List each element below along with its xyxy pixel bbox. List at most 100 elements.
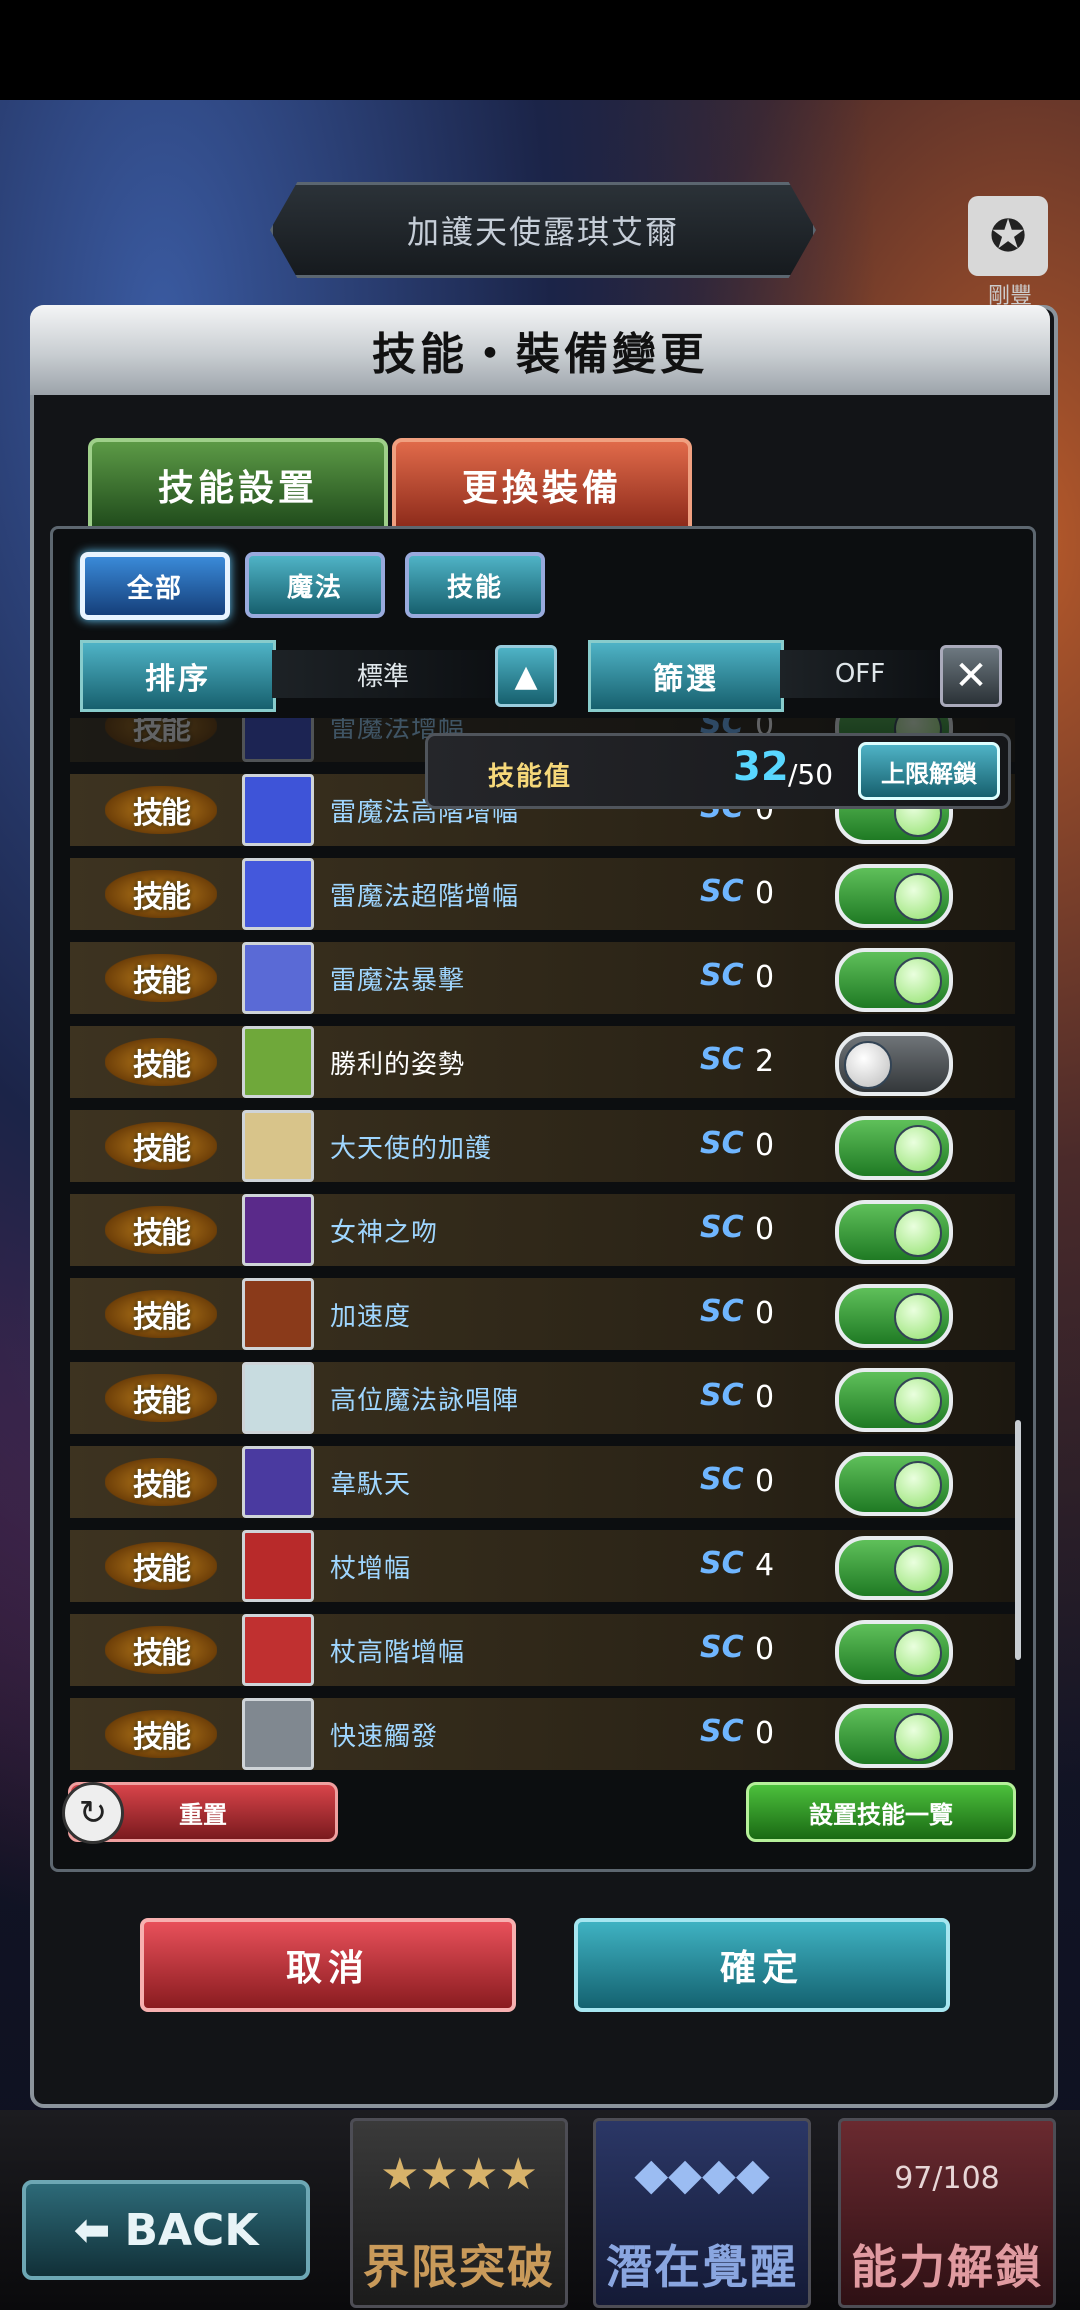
skill-thumbnail <box>242 1698 314 1770</box>
skill-name: 杖增幅 <box>330 1554 412 1584</box>
skill-row[interactable]: 技能 大天使的加護 SC 0 <box>70 1110 1015 1182</box>
skill-row[interactable]: 技能 快速觸發 SC 0 <box>70 1698 1015 1770</box>
skill-tag: 技能 <box>105 870 217 918</box>
skill-list: 技能 雷魔法增幅 SC 0 技能 雷魔法高階增幅 SC 0 技能 雷魔法超階增幅… <box>70 718 1015 1770</box>
latent-awaken-label: 潛在覺醒 <box>606 2240 798 2294</box>
latent-awaken-button[interactable]: ◆◆◆◆ 潛在覺醒 <box>593 2118 811 2308</box>
skill-row[interactable]: 技能 加速度 SC 0 <box>70 1278 1015 1350</box>
toggle-knob <box>894 1209 942 1257</box>
tab-skill-settings[interactable]: 技能設置 <box>88 438 388 532</box>
skill-name: 勝利的姿勢 <box>330 1050 466 1080</box>
skill-thumbnail <box>242 1194 314 1266</box>
skill-toggle[interactable] <box>835 1116 953 1180</box>
skill-thumbnail <box>242 1026 314 1098</box>
skill-thumbnail <box>242 858 314 930</box>
list-scrollbar[interactable] <box>1015 1420 1021 1660</box>
skill-name: 女神之吻 <box>330 1218 439 1248</box>
skill-name: 快速觸發 <box>330 1722 439 1752</box>
skill-list-button[interactable]: 設置技能一覽 <box>746 1782 1016 1842</box>
confirm-button[interactable]: 確定 <box>574 1918 950 2012</box>
screen-value[interactable]: OFF <box>780 650 940 698</box>
sc-value: 0 <box>755 1716 775 1751</box>
toggle-knob <box>894 1461 942 1509</box>
ability-unlock-count: 97/108 <box>894 2161 1000 2196</box>
sc-label: SC <box>700 1714 744 1749</box>
skill-toggle[interactable] <box>835 1536 953 1600</box>
toggle-knob <box>894 873 942 921</box>
sc-label: SC <box>700 1126 744 1161</box>
skill-toggle[interactable] <box>835 1704 953 1768</box>
skill-name: 杖高階增幅 <box>330 1638 466 1668</box>
ability-unlock-button[interactable]: 97/108 能力解鎖 <box>838 2118 1056 2308</box>
skill-row[interactable]: 技能 勝利的姿勢 SC 2 <box>70 1026 1015 1098</box>
skill-thumbnail <box>242 1362 314 1434</box>
filter-all-button[interactable]: 全部 <box>80 552 230 620</box>
cancel-button[interactable]: 取消 <box>140 1918 516 2012</box>
skill-tag: 技能 <box>105 1038 217 1086</box>
skill-name: 加速度 <box>330 1302 412 1332</box>
limit-break-button[interactable]: ★★★★ 界限突破 <box>350 2118 568 2308</box>
skill-toggle[interactable] <box>835 1200 953 1264</box>
sc-value: 0 <box>755 1128 775 1163</box>
skill-toggle[interactable] <box>835 1284 953 1348</box>
skill-row[interactable]: 技能 雷魔法超階增幅 SC 0 <box>70 858 1015 930</box>
sc-value: 0 <box>755 1296 775 1331</box>
sc-label: SC <box>700 1210 744 1245</box>
skill-row[interactable]: 技能 高位魔法詠唱陣 SC 0 <box>70 1362 1015 1434</box>
skill-row[interactable]: 技能 杖高階增幅 SC 0 <box>70 1614 1015 1686</box>
toggle-knob <box>894 1629 942 1677</box>
sc-value: 0 <box>755 960 775 995</box>
filter-magic-button[interactable]: 魔法 <box>245 552 385 618</box>
skill-toggle[interactable] <box>835 1620 953 1684</box>
toggle-knob <box>894 957 942 1005</box>
skill-thumbnail <box>242 718 314 762</box>
character-title: 加護天使露琪艾爾 <box>270 182 816 278</box>
side-menu-icon[interactable]: ✪ <box>968 196 1048 276</box>
skill-row[interactable]: 技能 杖增幅 SC 4 <box>70 1530 1015 1602</box>
skill-name: 雷魔法暴擊 <box>330 966 466 996</box>
skill-toggle[interactable] <box>835 864 953 928</box>
skill-thumbnail <box>242 774 314 846</box>
skill-tag: 技能 <box>105 1206 217 1254</box>
skill-tag: 技能 <box>105 1122 217 1170</box>
filter-skill-button[interactable]: 技能 <box>405 552 545 618</box>
sc-label: SC <box>700 1546 744 1581</box>
skill-row[interactable]: 技能 雷魔法暴擊 SC 0 <box>70 942 1015 1014</box>
skill-tag: 技能 <box>105 1542 217 1590</box>
skill-tag: 技能 <box>105 954 217 1002</box>
toggle-knob <box>894 1125 942 1173</box>
skill-tag: 技能 <box>105 786 217 834</box>
limit-unlock-button[interactable]: 上限解鎖 <box>858 742 1000 800</box>
sc-label: SC <box>700 1294 744 1329</box>
skill-toggle[interactable] <box>835 948 953 1012</box>
skill-row[interactable]: 技能 韋馱天 SC 0 <box>70 1446 1015 1518</box>
limit-break-label: 界限突破 <box>363 2240 555 2294</box>
dialog-title: 技能・裝備變更 <box>30 305 1050 395</box>
sort-order-button[interactable]: ▲ <box>495 645 557 707</box>
skill-toggle[interactable] <box>835 1032 953 1096</box>
skill-thumbnail <box>242 942 314 1014</box>
skill-row[interactable]: 技能 女神之吻 SC 0 <box>70 1194 1015 1266</box>
ability-unlock-label: 能力解鎖 <box>851 2240 1043 2294</box>
tab-change-equipment[interactable]: 更換裝備 <box>392 438 692 532</box>
skill-name: 高位魔法詠唱陣 <box>330 1386 520 1416</box>
skill-tag: 技能 <box>105 1374 217 1422</box>
sc-label: SC <box>700 1462 744 1497</box>
back-arrow-icon: ⬅ <box>73 2204 111 2256</box>
back-button[interactable]: ⬅ BACK <box>22 2180 310 2280</box>
toggle-knob <box>844 1041 892 1089</box>
skill-name: 韋馱天 <box>330 1470 412 1500</box>
skill-name: 雷魔法超階增幅 <box>330 882 520 912</box>
sort-label[interactable]: 排序 <box>80 640 276 712</box>
skill-thumbnail <box>242 1446 314 1518</box>
sc-value: 0 <box>755 1464 775 1499</box>
toggle-knob <box>894 1545 942 1593</box>
skill-toggle[interactable] <box>835 1452 953 1516</box>
skill-toggle[interactable] <box>835 1368 953 1432</box>
skill-tag: 技能 <box>105 1458 217 1506</box>
sort-value[interactable]: 標準 <box>272 650 494 698</box>
skill-thumbnail <box>242 1614 314 1686</box>
skill-tag: 技能 <box>105 1710 217 1758</box>
screen-clear-button[interactable]: ✕ <box>940 645 1002 707</box>
screen-label[interactable]: 篩選 <box>588 640 784 712</box>
